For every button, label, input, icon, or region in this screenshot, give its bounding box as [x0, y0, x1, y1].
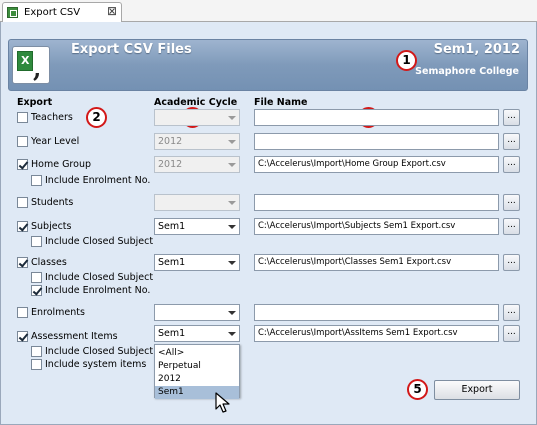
enrolments-browse-button[interactable]: ... [503, 304, 520, 321]
chevron-down-icon [225, 195, 239, 210]
students-checkbox[interactable] [17, 197, 28, 208]
export-button[interactable]: Export [434, 380, 520, 400]
assessment-closed-label: Include Closed Subject [45, 346, 154, 357]
classes-checkbox[interactable] [17, 257, 28, 268]
students-label: Students [31, 197, 74, 208]
file-column-header: File Name [254, 97, 308, 108]
excel-csv-icon: , [12, 46, 50, 84]
teachers-cycle-select[interactable] [154, 109, 240, 126]
dropdown-option-2012[interactable]: 2012 [155, 373, 239, 386]
home-group-enrolment-checkbox[interactable] [31, 175, 42, 186]
assessment-items-label: Assessment Items [31, 331, 118, 342]
marker-2: 2 [86, 107, 107, 128]
teachers-label: Teachers [31, 112, 73, 123]
enrolments-label: Enrolments [31, 307, 85, 318]
assessment-system-checkbox[interactable] [31, 359, 42, 370]
enrolments-cycle-select[interactable] [154, 304, 240, 321]
close-icon[interactable]: ⊠ [107, 4, 117, 18]
assessment-items-checkbox[interactable] [17, 331, 28, 342]
classes-enrolment-label: Include Enrolment No. [45, 285, 151, 296]
subjects-checkbox[interactable] [17, 221, 28, 232]
year-level-checkbox[interactable] [17, 136, 28, 147]
chevron-down-icon [225, 255, 239, 270]
chevron-down-icon [225, 326, 239, 341]
export-column-header: Export [17, 97, 53, 108]
students-cycle-select[interactable] [154, 194, 240, 211]
term-label: Sem1, 2012 [433, 42, 520, 57]
chevron-down-icon [225, 134, 239, 149]
home-group-checkbox[interactable] [17, 159, 28, 170]
marker-1: 1 [396, 50, 417, 71]
teachers-checkbox[interactable] [17, 112, 28, 123]
subjects-closed-label: Include Closed Subject [45, 236, 154, 247]
enrolments-path-input[interactable] [254, 304, 499, 321]
chevron-down-icon [225, 157, 239, 172]
teachers-path-input[interactable] [254, 109, 499, 126]
classes-label: Classes [31, 257, 67, 268]
csv-tab-icon [7, 7, 18, 18]
classes-enrolment-checkbox[interactable] [31, 285, 42, 296]
dropdown-option-perpetual[interactable]: Perpetual [155, 360, 239, 373]
chevron-down-icon [225, 305, 239, 320]
tab-label: Export CSV [24, 7, 81, 18]
cycle-column-header: Academic Cycle [154, 97, 238, 108]
enrolments-checkbox[interactable] [17, 307, 28, 318]
year-level-path-input[interactable] [254, 133, 499, 150]
subjects-closed-checkbox[interactable] [31, 236, 42, 247]
home-group-label: Home Group [31, 159, 91, 170]
classes-closed-label: Include Closed Subject [45, 272, 154, 283]
chevron-down-icon [225, 219, 239, 234]
assessment-system-label: Include system items [45, 359, 147, 370]
classes-browse-button[interactable]: ... [503, 254, 520, 271]
chevron-down-icon [225, 110, 239, 125]
subjects-cycle-select[interactable]: Sem1 [154, 218, 240, 235]
home-group-cycle-select[interactable]: 2012 [154, 156, 240, 173]
assessment-path-input[interactable]: C:\Accelerus\Import\AssItems Sem1 Export… [254, 325, 499, 342]
subjects-label: Subjects [31, 221, 72, 232]
classes-path-input[interactable]: C:\Accelerus\Import\Classes Sem1 Export.… [254, 254, 499, 271]
subjects-path-input[interactable]: C:\Accelerus\Import\Subjects Sem1 Export… [254, 218, 499, 235]
page-title: Export CSV Files [71, 42, 192, 57]
students-path-input[interactable] [254, 194, 499, 211]
subjects-browse-button[interactable]: ... [503, 218, 520, 235]
classes-closed-checkbox[interactable] [31, 272, 42, 283]
teachers-browse-button[interactable]: ... [503, 109, 520, 126]
home-group-path-input[interactable]: C:\Accelerus\Import\Home Group Export.cs… [254, 156, 499, 173]
dropdown-option-all[interactable]: <All> [155, 347, 239, 360]
home-group-browse-button[interactable]: ... [503, 156, 520, 173]
marker-5: 5 [407, 379, 428, 400]
home-group-enrolment-label: Include Enrolment No. [45, 175, 151, 186]
assessment-closed-checkbox[interactable] [31, 346, 42, 357]
assessment-cycle-select[interactable]: Sem1 [154, 325, 240, 342]
classes-cycle-select[interactable]: Sem1 [154, 254, 240, 271]
school-label: Semaphore College [415, 66, 519, 77]
year-level-browse-button[interactable]: ... [503, 133, 520, 150]
cycle-dropdown-list: <All> Perpetual 2012 Sem1 [154, 344, 240, 399]
year-level-cycle-select[interactable]: 2012 [154, 133, 240, 150]
year-level-label: Year Level [31, 136, 80, 147]
mouse-pointer-icon [215, 392, 230, 413]
students-browse-button[interactable]: ... [503, 194, 520, 211]
assessment-browse-button[interactable]: ... [503, 325, 520, 342]
tab-export-csv[interactable]: Export CSV ⊠ [2, 2, 122, 23]
